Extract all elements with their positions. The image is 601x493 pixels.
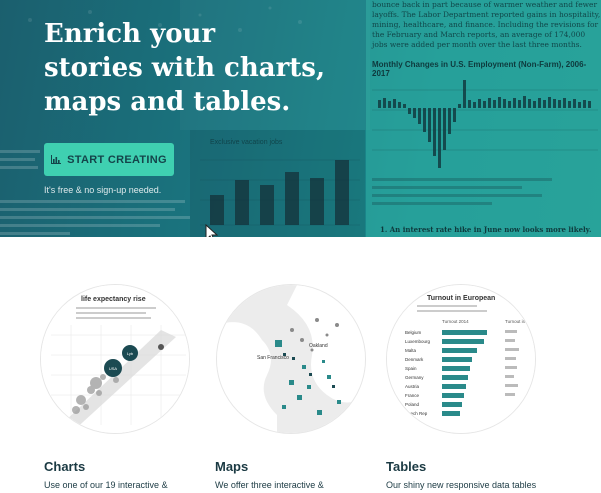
tables-thumb-row-9: Poland xyxy=(405,402,420,407)
maps-feature-title: Maps xyxy=(215,459,249,474)
tables-feature-description: Our shiny new responsive data tables xyxy=(386,480,537,490)
maps-thumbnail-art: San Francisco Oakland xyxy=(217,285,365,433)
tables-thumb-row-4: Denmark xyxy=(405,357,424,362)
hero-subtext: It's free & no sign-up needed. xyxy=(44,185,162,195)
charts-thumb-label-lyb: Lyb xyxy=(127,351,134,356)
maps-thumb-label-oakland: Oakland xyxy=(309,343,328,349)
tables-thumb-row-3: Malta xyxy=(405,348,417,353)
tables-thumb-row-6: Germany xyxy=(405,375,424,380)
maps-thumb-label-sf: San Francisco xyxy=(257,355,289,361)
tables-thumb-row-10: Czech Rep xyxy=(405,411,428,416)
tables-thumb-row-7: Austria xyxy=(405,384,420,389)
tables-thumb-title: Turnout in European xyxy=(427,295,495,302)
hero-headline-line-3: maps and tables. xyxy=(44,87,291,117)
start-creating-label: START CREATING xyxy=(67,153,167,166)
start-creating-button[interactable]: START CREATING xyxy=(44,143,174,176)
charts-thumbnail[interactable]: life expectancy rise USA Lyb xyxy=(40,284,190,434)
hero-headline-line-1: Enrich your xyxy=(44,19,216,49)
tables-thumbnail[interactable]: Turnout in European Turnout 2014 Turnout… xyxy=(386,284,536,434)
maps-thumbnail[interactable]: San Francisco Oakland xyxy=(216,284,366,434)
charts-feature-title: Charts xyxy=(44,459,86,474)
tables-thumb-row-5: Spain xyxy=(405,366,417,371)
charts-thumb-title: life expectancy rise xyxy=(81,296,146,303)
tables-thumb-row-1: Belgium xyxy=(405,330,422,335)
tables-thumb-col-1: Turnout 2014 xyxy=(442,319,469,324)
tables-feature-title: Tables xyxy=(386,459,427,474)
charts-thumb-label-usa: USA xyxy=(109,366,118,371)
tables-thumb-row-8: France xyxy=(405,393,420,398)
tables-thumb-row-2: Luxembourg xyxy=(405,339,431,344)
maps-feature-description: We offer three interactive & xyxy=(215,480,324,490)
hero-headline: Enrich your stories with charts, maps an… xyxy=(44,17,344,119)
features-section: life expectancy rise USA Lyb San Francis… xyxy=(0,237,601,493)
hero-headline-line-2: stories with charts, xyxy=(44,53,325,83)
background-article-paragraph: bounce back in part because of warmer we… xyxy=(372,0,601,49)
bar-chart-icon xyxy=(51,155,62,164)
tables-thumb-col-2: Turnout in xyxy=(505,319,526,324)
background-article-footnote: 1. An interest rate hike in June now loo… xyxy=(380,225,592,234)
charts-thumbnail-art: life expectancy rise USA Lyb xyxy=(41,285,189,433)
charts-feature-description: Use one of our 19 interactive & xyxy=(44,480,168,490)
background-chart-title: Monthly Changes in U.S. Employment (Non-… xyxy=(372,60,587,78)
hero-section: bounce back in part because of warmer we… xyxy=(0,0,601,237)
background-left-chart-title: Exclusive vacation jobs xyxy=(210,139,283,146)
tables-thumbnail-art: Turnout in European Turnout 2014 Turnout… xyxy=(387,285,535,433)
